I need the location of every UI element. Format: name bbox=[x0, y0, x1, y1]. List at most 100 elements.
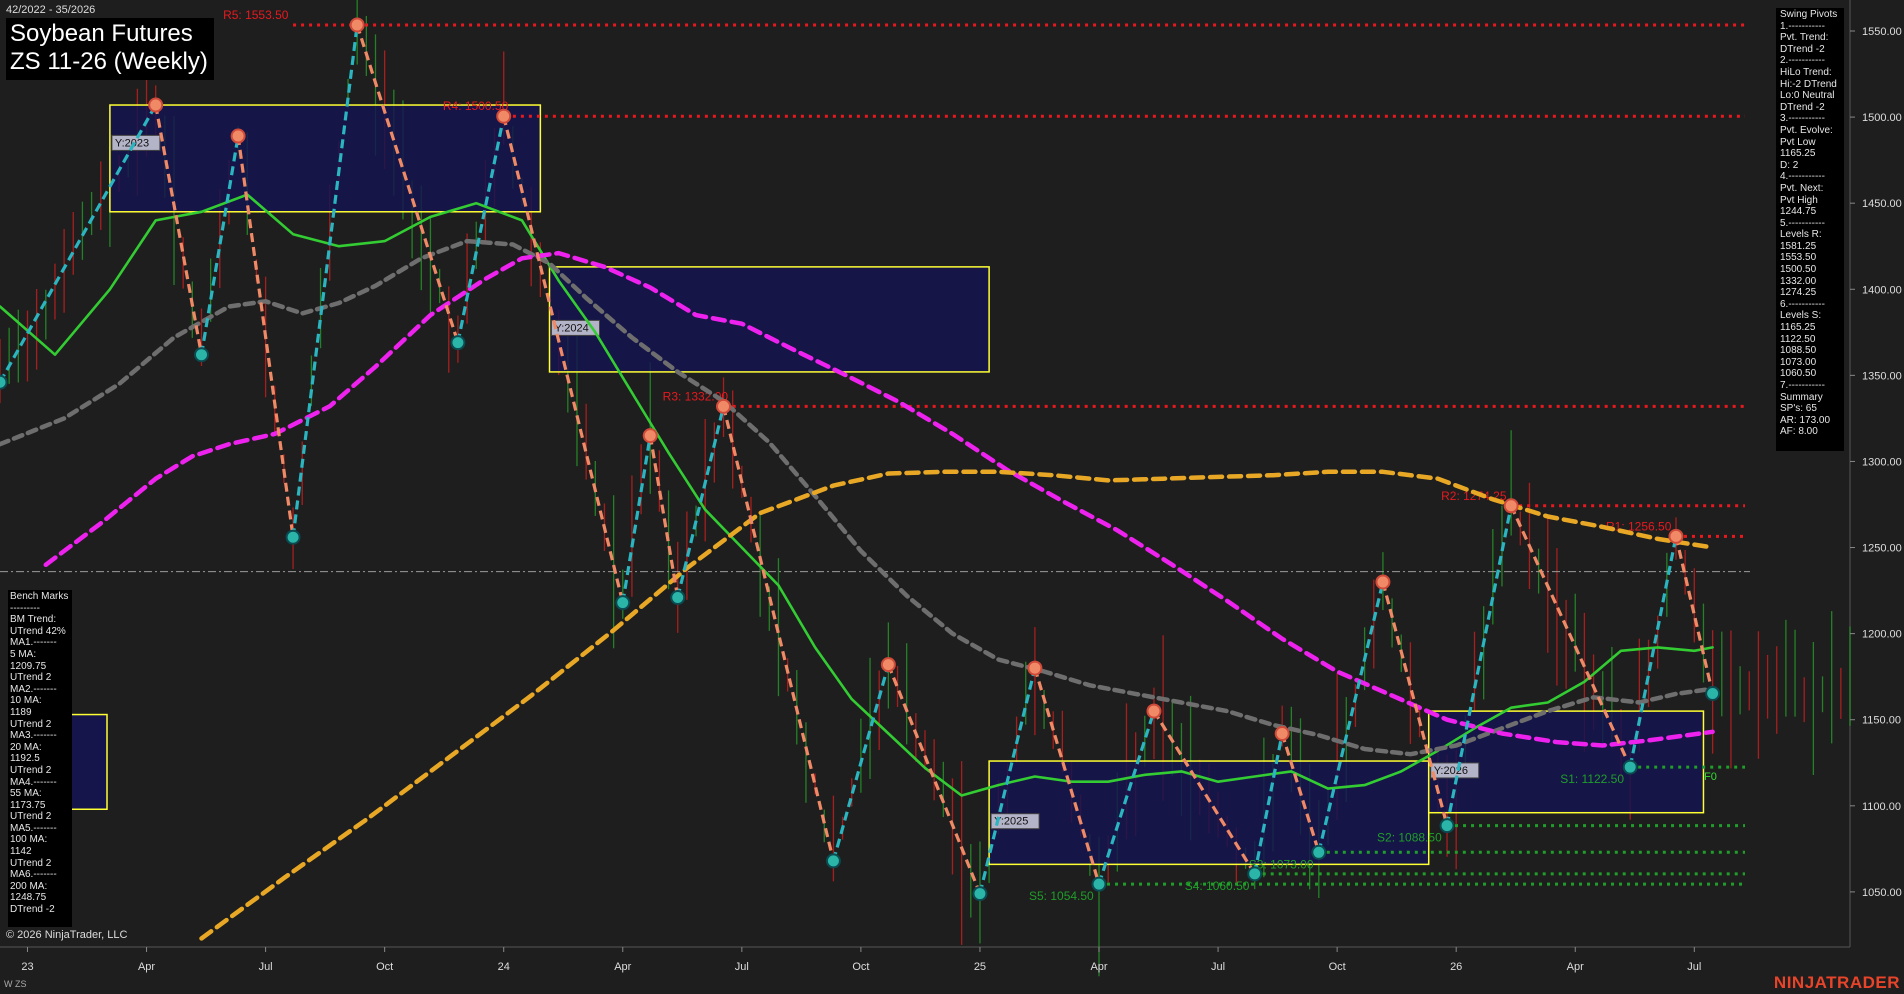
bench-box bbox=[69, 713, 108, 811]
swing-panel-line: AR: 173.00 bbox=[1780, 414, 1831, 426]
y-tick-label: 1250.00 bbox=[1862, 543, 1902, 555]
swing-panel-line: DTrend -2 bbox=[1780, 43, 1825, 55]
pivot-high-marker bbox=[148, 97, 164, 113]
y-tick-label: 1400.00 bbox=[1862, 284, 1902, 296]
bench-panel-line: UTrend 2 bbox=[10, 672, 52, 684]
swing-panel-line: Levels S: bbox=[1780, 310, 1822, 322]
resistance-label: R1: 1256.50 bbox=[1606, 519, 1672, 533]
bench-panel-line: 5 MA: bbox=[10, 648, 37, 660]
swing-up-leg bbox=[0, 104, 158, 384]
pivot-low-marker bbox=[450, 335, 466, 351]
swing-panel-line: 1332.00 bbox=[1780, 275, 1817, 287]
bench-panel-line: 20 MA: bbox=[10, 741, 42, 753]
swing-panel-line: 1073.00 bbox=[1780, 356, 1817, 368]
pivot-low-marker bbox=[1091, 876, 1107, 892]
x-tick-label: 25 bbox=[974, 961, 986, 973]
instrument-code: W ZS bbox=[4, 979, 27, 989]
x-tick-label: Oct bbox=[1329, 961, 1346, 973]
y-tick-label: 1350.00 bbox=[1862, 370, 1902, 382]
swing-up-leg bbox=[621, 435, 652, 603]
pivot-low-marker bbox=[825, 853, 841, 869]
swing-panel-line: Swing Pivots bbox=[1780, 9, 1838, 20]
bench-panel-line: DTrend -2 bbox=[10, 904, 55, 916]
chart-title: Soybean Futures bbox=[10, 20, 193, 47]
swing-panel-line: Levels R: bbox=[1780, 229, 1822, 241]
swing-panel-line: 1.----------- bbox=[1780, 20, 1825, 32]
bench-panel-line: UTrend 42% bbox=[10, 625, 66, 637]
price-chart[interactable]: Y:2023Y:2024Y:2025Y:2026 R5: 1553.50R4: … bbox=[0, 0, 1904, 994]
bench-panel-line: UTrend 2 bbox=[10, 764, 52, 776]
pivot-high-marker bbox=[230, 128, 246, 144]
bench-panel-line: UTrend 2 bbox=[10, 857, 52, 869]
year-box bbox=[548, 266, 990, 373]
swing-panel-line: 1244.75 bbox=[1780, 206, 1817, 218]
resistance-label: R5: 1553.50 bbox=[223, 8, 289, 22]
x-tick-label: Jul bbox=[1687, 961, 1701, 973]
pivot-high-marker bbox=[1146, 703, 1162, 719]
support-label: S1: 1122.50 bbox=[1560, 772, 1624, 786]
copyright: © 2026 NinjaTrader, LLC bbox=[6, 929, 128, 941]
pivot-low-marker bbox=[285, 529, 301, 545]
swing-panel-line: Hi:-2 DTrend bbox=[1780, 78, 1837, 90]
pivot-high-marker bbox=[496, 108, 512, 124]
bench-panel-line: --------- bbox=[10, 602, 40, 614]
y-tick-label: 1300.00 bbox=[1862, 456, 1902, 468]
bench-panel-line: 10 MA: bbox=[10, 695, 42, 707]
x-tick-label: Apr bbox=[614, 961, 631, 973]
pivot-low-marker bbox=[1439, 818, 1455, 834]
x-tick-label: 23 bbox=[21, 961, 33, 973]
swing-panel-line: 1165.25 bbox=[1780, 322, 1816, 334]
x-tick-label: 26 bbox=[1450, 961, 1462, 973]
pivot-low-marker bbox=[615, 595, 631, 611]
pivot-high-marker bbox=[1503, 498, 1519, 514]
x-tick-label: Apr bbox=[1090, 961, 1107, 973]
year-box bbox=[988, 760, 1430, 866]
support-label: S5: 1054.50 bbox=[1029, 889, 1094, 903]
chart-title-box: Soybean Futures ZS 11-26 (Weekly) bbox=[6, 18, 214, 80]
x-tick-label: Oct bbox=[852, 961, 869, 973]
bench-panel-line: 1209.75 bbox=[10, 660, 47, 672]
bench-panel-line: MA5.------- bbox=[10, 822, 57, 834]
pivot-low-marker bbox=[193, 347, 209, 363]
swing-panel-line: SP's: 65 bbox=[1780, 403, 1817, 415]
swing-panel-line: Pvt High bbox=[1780, 194, 1818, 206]
support-label: S2: 1088.50 bbox=[1377, 831, 1442, 845]
pivot-high-marker bbox=[642, 428, 658, 444]
swing-panel-line: 1500.50 bbox=[1780, 264, 1817, 276]
bench-panel-line: 1142 bbox=[10, 846, 32, 858]
swing-panel-line: AF: 8.00 bbox=[1780, 426, 1818, 438]
chart-subtitle: ZS 11-26 (Weekly) bbox=[10, 48, 208, 75]
pivot-low-marker bbox=[670, 589, 686, 605]
swing-panel-line: 4.----------- bbox=[1780, 171, 1825, 183]
bench-panel-line: UTrend 2 bbox=[10, 718, 52, 730]
swing-panel-line: 1122.50 bbox=[1780, 333, 1816, 345]
swing-up-leg bbox=[291, 24, 359, 538]
pivot-high-marker bbox=[716, 398, 732, 414]
pivot-high-marker bbox=[1375, 574, 1391, 590]
x-tick-label: Oct bbox=[376, 961, 393, 973]
brand-logo: NINJATRADER bbox=[1773, 973, 1900, 992]
bench-panel-line: 1173.75 bbox=[10, 799, 46, 811]
swing-panel-line: D: 2 bbox=[1780, 159, 1799, 171]
bench-panel-line: 100 MA: bbox=[10, 834, 48, 846]
y-tick-label: 1500.00 bbox=[1862, 112, 1902, 124]
bench-panel-line: Bench Marks bbox=[10, 591, 69, 602]
swing-panel-line: DTrend -2 bbox=[1780, 101, 1825, 113]
x-tick-label: Apr bbox=[138, 961, 155, 973]
swing-pivots-panel: Swing Pivots 1.----------- Pvt. Trend: DTre… bbox=[1776, 8, 1844, 451]
swing-panel-line: Summary bbox=[1780, 391, 1823, 403]
pivot-low-marker bbox=[1247, 866, 1263, 882]
x-tick-label: Apr bbox=[1567, 961, 1584, 973]
bench-panel-line: MA6.------- bbox=[10, 869, 57, 881]
ma-line-200ma bbox=[199, 469, 1715, 941]
pivot-low-marker bbox=[1622, 759, 1638, 775]
swing-panel-line: 1581.25 bbox=[1780, 240, 1817, 252]
swing-panel-line: 1088.50 bbox=[1780, 345, 1817, 357]
swing-panel-line: Pvt. Evolve: bbox=[1780, 124, 1833, 136]
pivot-low-marker bbox=[1705, 685, 1721, 701]
bench-panel-line: BM Trend: bbox=[10, 614, 57, 626]
x-tick-label: Jul bbox=[259, 961, 273, 973]
swing-panel-line: 1165.25 bbox=[1780, 148, 1816, 160]
year-box-label: Y:2026 bbox=[1434, 765, 1468, 777]
x-tick-label: Jul bbox=[1211, 961, 1225, 973]
